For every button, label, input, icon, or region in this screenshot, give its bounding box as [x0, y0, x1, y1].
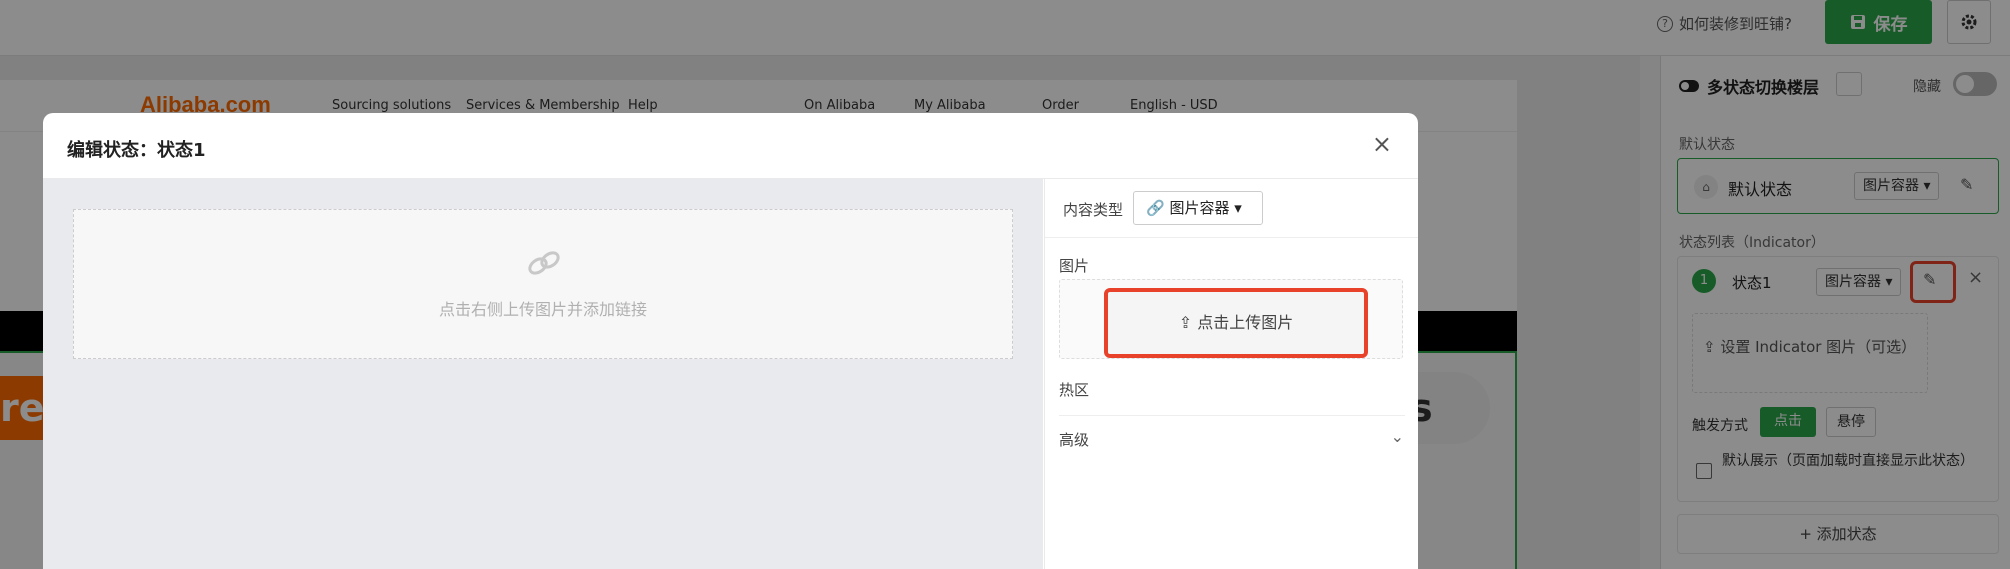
image-label: 图片	[1059, 257, 1090, 275]
divider	[1045, 237, 1418, 238]
modal-preview-area: 点击右侧上传图片并添加链接	[43, 179, 1043, 569]
upload-icon: ⇪	[1178, 313, 1193, 332]
dropzone-hint: 点击右侧上传图片并添加链接	[438, 300, 647, 319]
edit-state-modal: 编辑状态：状态1 × 点击右侧上传图片并添加链接 内容类型 🔗 图片容器 ▾ 图…	[43, 113, 1418, 569]
upload-label: 点击上传图片	[1197, 313, 1294, 332]
content-type-label: 内容类型	[1063, 201, 1124, 219]
modal-settings: 内容类型 🔗 图片容器 ▾ 图片 ⇪ 点击上传图片 热区 高级 ⌄	[1044, 179, 1418, 569]
modal-title: 编辑状态：状态1	[67, 140, 206, 161]
advanced-toggle[interactable]: 高级	[1059, 429, 1089, 450]
image-dropzone[interactable]: 点击右侧上传图片并添加链接	[73, 209, 1013, 359]
hotspot-label: 热区	[1059, 381, 1090, 399]
image-upload-area: ⇪ 点击上传图片	[1059, 279, 1403, 359]
upload-image-button[interactable]: ⇪ 点击上传图片	[1104, 288, 1368, 358]
content-type-value: 图片容器	[1169, 199, 1230, 217]
close-icon[interactable]: ×	[1372, 130, 1392, 158]
chevron-down-icon: ▾	[1234, 199, 1242, 217]
content-type-select[interactable]: 🔗 图片容器 ▾	[1133, 191, 1263, 225]
link-icon: 🔗	[1146, 199, 1165, 217]
chevron-down-icon[interactable]: ⌄	[1391, 427, 1404, 446]
modal-header: 编辑状态：状态1 ×	[43, 113, 1418, 179]
divider	[1059, 415, 1405, 416]
link-icon	[528, 251, 560, 275]
